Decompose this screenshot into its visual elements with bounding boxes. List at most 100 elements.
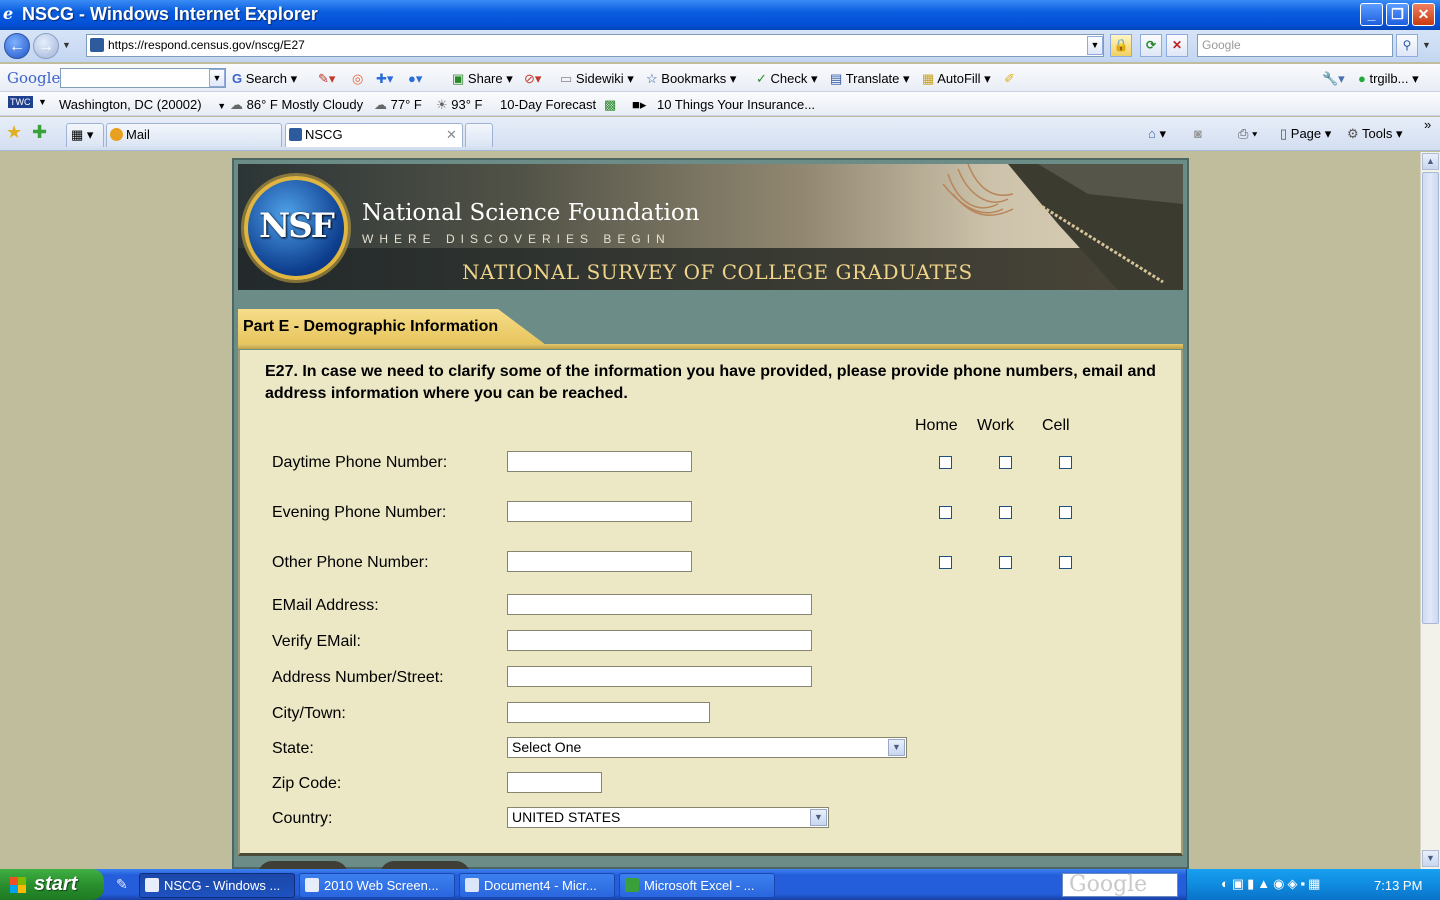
country-select[interactable]: UNITED STATES ▼ xyxy=(507,807,829,828)
check-button[interactable]: ✓ Check ▾ xyxy=(756,71,818,87)
org-tagline: WHERE DISCOVERIES BEGIN xyxy=(362,232,671,246)
daytime-home-checkbox[interactable] xyxy=(939,456,952,469)
vertical-scrollbar[interactable]: ▲ ▼ xyxy=(1420,152,1440,869)
google-search-input[interactable]: ▼ xyxy=(60,68,226,88)
scroll-down-icon[interactable]: ▼ xyxy=(1422,850,1439,867)
add-favorites-icon[interactable]: ✚ xyxy=(32,122,47,143)
stop-icon[interactable]: ✕ xyxy=(1166,34,1188,57)
search-icon[interactable]: ⚲ xyxy=(1396,34,1418,57)
close-window-button[interactable]: ✕ xyxy=(1412,3,1435,26)
back-button[interactable]: ← xyxy=(4,33,30,59)
street-label: Address Number/Street: xyxy=(272,669,444,686)
quick-launch-icon[interactable]: ✎ xyxy=(116,876,128,893)
google-logo: Google xyxy=(7,69,61,87)
verify-email-label: Verify EMail: xyxy=(272,633,361,650)
previous-button[interactable] xyxy=(258,861,348,869)
window-title-bar[interactable]: e NSCG - Windows Internet Explorer _ ❐ ✕ xyxy=(0,0,1440,30)
plus-icon[interactable]: ✚▾ xyxy=(376,71,393,87)
daytime-work-checkbox[interactable] xyxy=(999,456,1012,469)
popup-blocker-icon[interactable]: ⊘▾ xyxy=(524,71,541,87)
ie-task-icon xyxy=(145,878,159,892)
sidewiki-button[interactable]: ▭ Sidewiki ▾ xyxy=(560,71,634,87)
ten-day-forecast-link[interactable]: 10-Day Forecast xyxy=(500,97,596,112)
city-input[interactable] xyxy=(507,702,710,723)
quick-tabs-button[interactable]: ▦ ▾ xyxy=(66,123,104,147)
other-home-checkbox[interactable] xyxy=(939,556,952,569)
other-cell-checkbox[interactable] xyxy=(1059,556,1072,569)
google-search-dropdown-icon[interactable]: ▼ xyxy=(209,69,225,87)
street-input[interactable] xyxy=(507,666,812,687)
dell-icon[interactable]: ●▾ xyxy=(408,71,422,87)
spell-icon[interactable]: ◎ xyxy=(352,71,363,87)
other-phone-input[interactable] xyxy=(507,551,692,572)
evening-home-checkbox[interactable] xyxy=(939,506,952,519)
state-select[interactable]: Select One ▼ xyxy=(507,737,907,758)
translate-button[interactable]: ▤ Translate ▾ xyxy=(830,71,910,87)
live-search-input[interactable]: Google xyxy=(1197,34,1393,57)
news-headline-link[interactable]: 10 Things Your Insurance... xyxy=(657,97,815,112)
task-nscg[interactable]: NSCG - Windows ... xyxy=(139,873,295,898)
user-account-button[interactable]: ● trgilb... ▾ xyxy=(1358,71,1419,87)
pencil-icon[interactable]: ✐ xyxy=(1004,71,1015,87)
task-word-document[interactable]: Document4 - Micr... xyxy=(459,873,615,898)
evening-cell-checkbox[interactable] xyxy=(1059,506,1072,519)
column-home: Home xyxy=(915,417,958,434)
country-dropdown-icon[interactable]: ▼ xyxy=(810,809,827,826)
google-search-button[interactable]: G Search ▾ xyxy=(232,71,297,87)
daytime-cell-checkbox[interactable] xyxy=(1059,456,1072,469)
twc-badge[interactable]: TWC xyxy=(8,96,33,108)
home-icon[interactable]: ⌂ ▾ xyxy=(1148,126,1166,142)
task-excel[interactable]: Microsoft Excel - ... xyxy=(619,873,775,898)
tools-menu[interactable]: ⚙ Tools ▾ xyxy=(1347,126,1403,142)
page-viewport: NSF National Science Foundation WHERE DI… xyxy=(0,152,1420,869)
temp-tomorrow[interactable]: ☀ 93° F xyxy=(436,97,483,113)
other-work-checkbox[interactable] xyxy=(999,556,1012,569)
location-select[interactable]: Washington, DC (20002) ▼ xyxy=(59,97,226,112)
url-input[interactable]: https://respond.census.gov/nscg/E27 ▼ xyxy=(86,34,1104,57)
verify-email-input[interactable] xyxy=(507,630,812,651)
task-web-screen[interactable]: 2010 Web Screen... xyxy=(299,873,455,898)
close-tab-icon[interactable]: ✕ xyxy=(446,124,457,146)
share-button[interactable]: ▣ Share ▾ xyxy=(452,71,513,87)
state-dropdown-icon[interactable]: ▼ xyxy=(888,739,905,756)
map-icon[interactable]: ▩ xyxy=(604,97,616,113)
temp-tonight[interactable]: ☁ 77° F xyxy=(374,97,422,113)
tab-nscg[interactable]: NSCG ✕ xyxy=(285,123,463,147)
google-desktop-search[interactable]: Google xyxy=(1062,873,1178,897)
email-input[interactable] xyxy=(507,594,812,615)
refresh-icon[interactable]: ⟳ xyxy=(1140,34,1162,57)
next-button[interactable] xyxy=(380,861,470,869)
scroll-thumb[interactable] xyxy=(1422,172,1439,624)
forward-button[interactable]: → xyxy=(33,33,59,59)
url-dropdown-icon[interactable]: ▼ xyxy=(1087,36,1103,55)
autofill-button[interactable]: ▦ AutoFill ▾ xyxy=(922,71,991,87)
print-icon[interactable]: ⎙ ▾ xyxy=(1238,126,1257,142)
minimize-button[interactable]: _ xyxy=(1360,3,1383,26)
evening-phone-input[interactable] xyxy=(507,501,692,522)
daytime-phone-input[interactable] xyxy=(507,451,692,472)
video-icon[interactable]: ■▸ xyxy=(632,97,646,113)
twc-dropdown-icon[interactable]: ▼ xyxy=(38,97,47,107)
evening-work-checkbox[interactable] xyxy=(999,506,1012,519)
new-tab-button[interactable] xyxy=(465,123,493,147)
tab-bar: ★ ✚ ▦ ▾ Mail NSCG ✕ ⌂ ▾ ◙ ⎙ ▾ ▯ Page ▾ ⚙… xyxy=(0,117,1440,151)
zip-input[interactable] xyxy=(507,772,602,793)
start-button[interactable]: start xyxy=(0,869,104,900)
page-menu[interactable]: ▯ Page ▾ xyxy=(1280,126,1331,142)
scroll-up-icon[interactable]: ▲ xyxy=(1422,153,1439,170)
tab-mail[interactable]: Mail xyxy=(106,123,282,147)
more-commands-icon[interactable]: » xyxy=(1424,117,1431,132)
bookmarks-button[interactable]: ☆ Bookmarks ▾ xyxy=(646,71,736,87)
maximize-button[interactable]: ❐ xyxy=(1386,3,1409,26)
highlight-icon[interactable]: ✎▾ xyxy=(318,71,335,87)
tray-icons[interactable]: ◐▣▮▲◉◈▪▦ xyxy=(1221,876,1323,892)
column-work: Work xyxy=(977,417,1015,434)
search-options-dropdown-icon[interactable]: ▼ xyxy=(1422,40,1431,50)
email-label: EMail Address: xyxy=(272,597,379,614)
lock-icon[interactable]: 🔒 xyxy=(1110,34,1132,57)
feeds-icon[interactable]: ◙ xyxy=(1194,126,1202,141)
settings-wrench-icon[interactable]: 🔧▾ xyxy=(1322,71,1345,87)
recent-pages-dropdown-icon[interactable]: ▼ xyxy=(62,40,71,50)
favorites-star-icon[interactable]: ★ xyxy=(6,122,22,143)
current-weather[interactable]: ☁ 86° F Mostly Cloudy xyxy=(230,97,363,113)
